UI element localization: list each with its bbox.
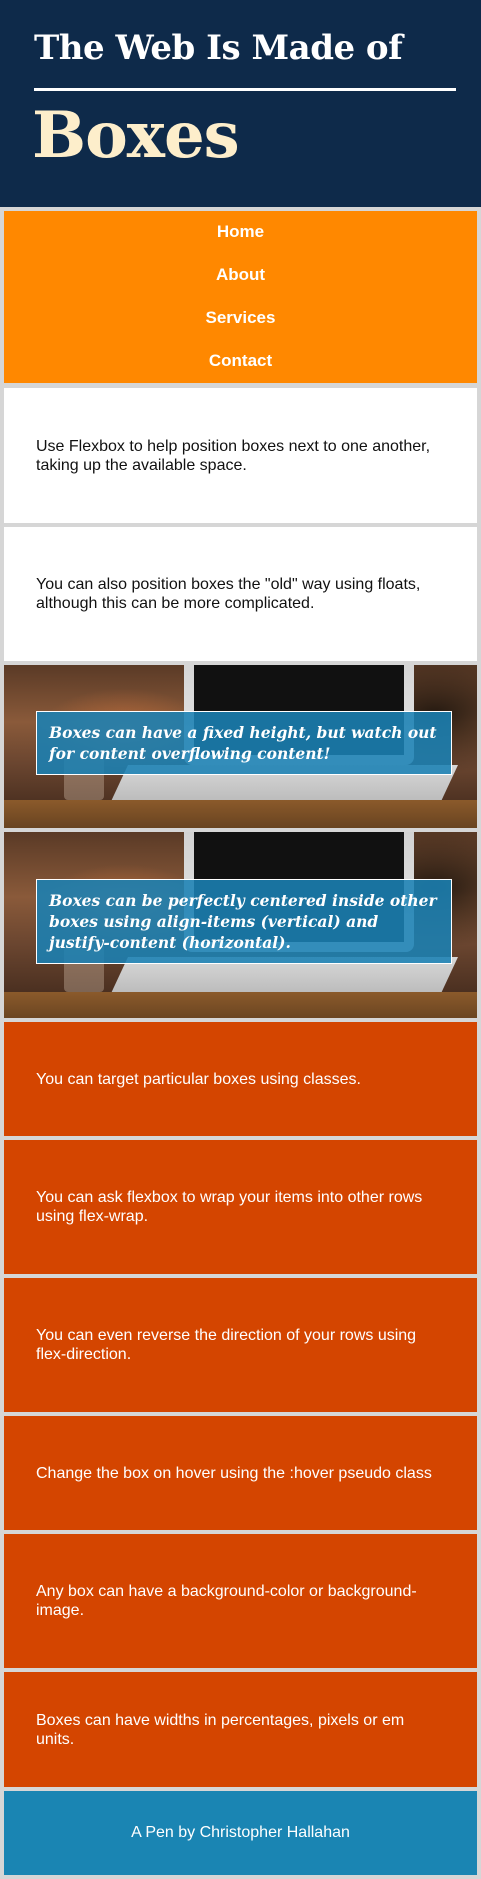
nav-item-contact[interactable]: Contact [4, 351, 477, 371]
table-photo [4, 800, 477, 828]
box-hover[interactable]: Change the box on hover using the :hover… [4, 1416, 477, 1530]
box-text: You can target particular boxes using cl… [36, 1070, 361, 1088]
box-flex-direction[interactable]: You can even reverse the direction of yo… [4, 1278, 477, 1412]
box-text: You can also position boxes the "old" wa… [36, 576, 421, 612]
box-background[interactable]: Any box can have a background-color or b… [4, 1534, 477, 1668]
box-centered: Boxes can be perfectly centered inside o… [4, 832, 477, 1018]
footer: A Pen by Christopher Hallahan [4, 1791, 477, 1875]
header-title-big: Boxes [32, 98, 240, 173]
box-overlay-text: Boxes can have a fixed height, but watch… [36, 711, 452, 775]
box-floats: You can also position boxes the "old" wa… [4, 527, 477, 661]
box-widths[interactable]: Boxes can have widths in percentages, pi… [4, 1672, 477, 1787]
main-nav: Home About Services Contact [4, 211, 477, 383]
box-text: You can even reverse the direction of yo… [36, 1327, 417, 1363]
page: The Web Is Made of Boxes Home About Serv… [0, 0, 481, 1879]
box-overlay-text: Boxes can be perfectly centered inside o… [36, 879, 452, 964]
box-fixed-height: Boxes can have a fixed height, but watch… [4, 665, 477, 828]
header-divider [34, 88, 456, 91]
box-flex-wrap[interactable]: You can ask flexbox to wrap your items i… [4, 1140, 477, 1274]
nav-item-services[interactable]: Services [4, 308, 477, 328]
box-text: Boxes can have widths in percentages, pi… [36, 1711, 405, 1748]
site-header: The Web Is Made of Boxes [0, 0, 481, 207]
footer-credit[interactable]: A Pen by Christopher Hallahan [131, 1824, 350, 1842]
header-title-small: The Web Is Made of [34, 28, 403, 68]
box-text: You can ask flexbox to wrap your items i… [36, 1189, 423, 1225]
box-classes[interactable]: You can target particular boxes using cl… [4, 1022, 477, 1136]
box-text: Change the box on hover using the :hover… [36, 1464, 432, 1482]
box-text: Any box can have a background-color or b… [36, 1583, 417, 1619]
nav-item-home[interactable]: Home [4, 222, 477, 242]
box-text: Use Flexbox to help position boxes next … [36, 437, 431, 474]
table-photo [4, 992, 477, 1018]
box-flexbox: Use Flexbox to help position boxes next … [4, 388, 477, 523]
nav-item-about[interactable]: About [4, 265, 477, 285]
